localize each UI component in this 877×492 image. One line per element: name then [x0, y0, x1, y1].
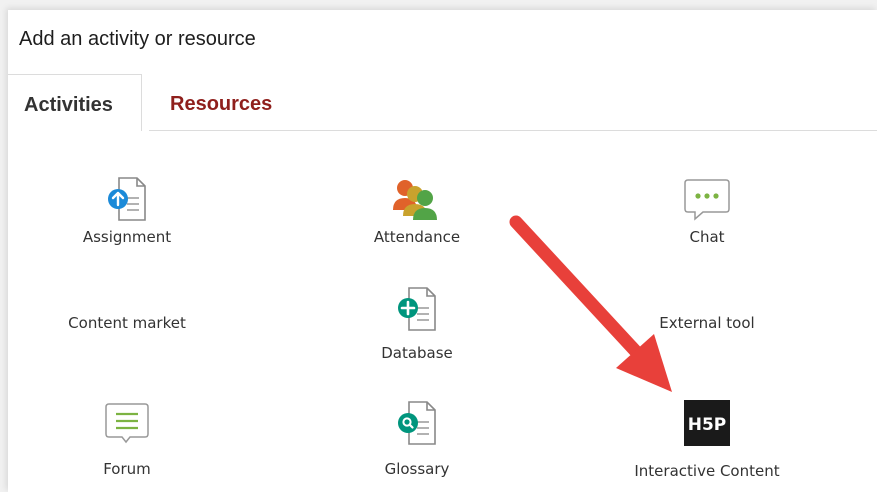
tab-activities[interactable]: Activities	[8, 74, 142, 131]
glossary-icon	[398, 401, 436, 445]
database-icon	[398, 287, 436, 331]
svg-text:H5P: H5P	[688, 415, 727, 435]
activity-label: Interactive Content	[634, 462, 780, 480]
activity-assignment[interactable]: Assignment	[27, 174, 227, 246]
activity-label: External tool	[659, 314, 755, 332]
dialog-title: Add an activity or resource	[19, 28, 256, 50]
tab-resources[interactable]: Resources	[170, 74, 272, 131]
activity-label: Assignment	[82, 228, 172, 246]
attendance-icon	[393, 180, 437, 220]
activity-label: Database	[381, 344, 453, 362]
activity-interactive-content[interactable]: H5P Interactive Content	[607, 400, 807, 480]
activity-database[interactable]: Database	[317, 284, 517, 362]
activity-label: Forum	[103, 460, 151, 478]
activity-label: Chat	[689, 228, 725, 246]
h5p-icon: H5P	[684, 400, 730, 446]
activity-label: Attendance	[373, 228, 461, 246]
activity-content-market[interactable]: Content market	[27, 314, 227, 332]
activity-external-tool[interactable]: External tool	[607, 314, 807, 332]
activity-attendance[interactable]: Attendance	[317, 174, 517, 246]
activity-chat[interactable]: Chat	[607, 174, 807, 246]
activity-chooser-dialog: Add an activity or resource Activities R…	[8, 10, 877, 492]
activity-glossary[interactable]: Glossary	[317, 398, 517, 478]
activity-label: Content market	[68, 314, 186, 332]
forum-icon	[105, 403, 149, 444]
activity-label: Glossary	[384, 460, 450, 478]
chat-icon	[684, 179, 730, 221]
assignment-icon	[108, 177, 146, 221]
activity-forum[interactable]: Forum	[27, 398, 227, 478]
